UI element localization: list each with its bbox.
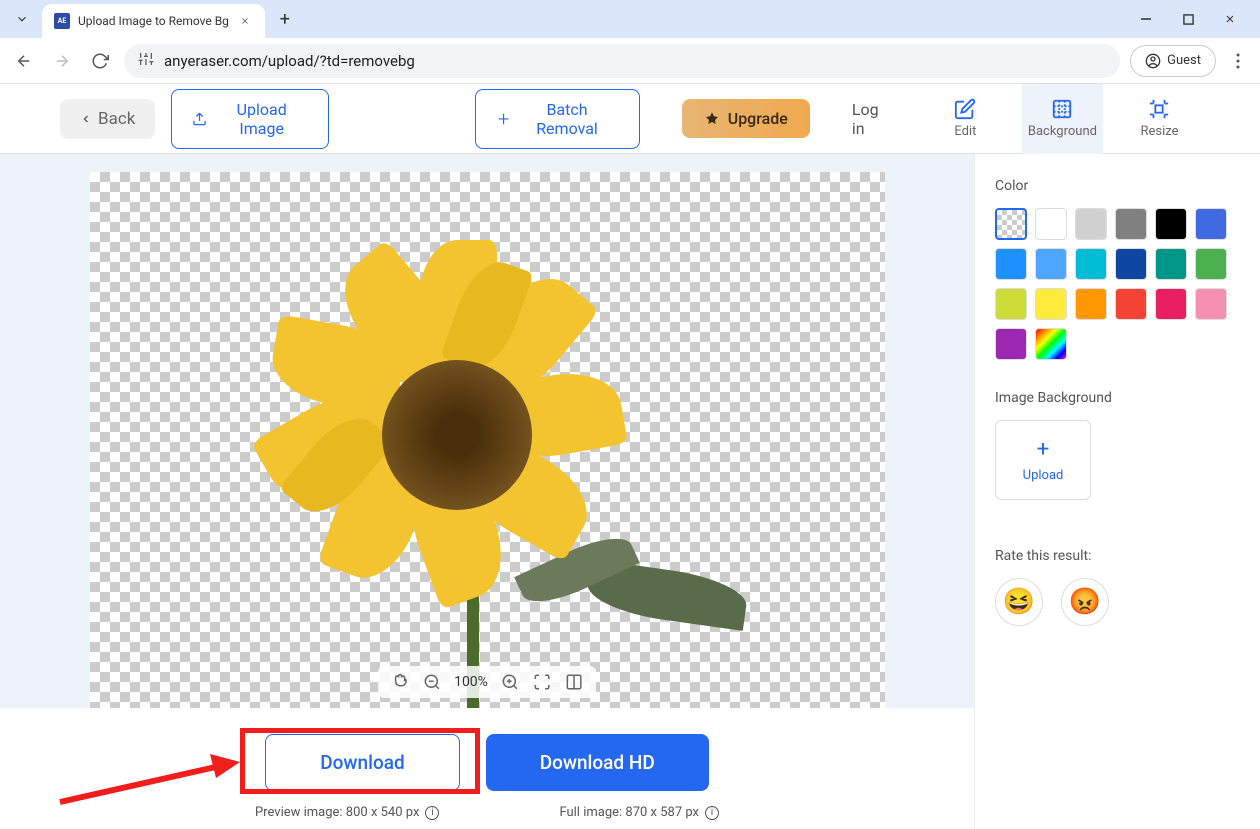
guest-profile-button[interactable]: Guest [1130,45,1216,77]
rate-title: Rate this result: [995,548,1240,564]
canvas-controls: 100% [378,666,596,698]
browser-toolbar: anyeraser.com/upload/?td=removebg Guest [0,38,1260,84]
color-swatch-gray[interactable] [1115,208,1147,240]
download-section: Download Download HD Preview image: 800 … [0,708,974,829]
color-swatch-pink-red[interactable] [1155,288,1187,320]
browser-tab[interactable]: AE Upload Image to Remove Bg [42,4,265,38]
color-swatch-red[interactable] [1115,288,1147,320]
rating-angry-button[interactable]: 😡 [1061,578,1109,626]
color-swatch-pink[interactable] [1195,288,1227,320]
tab-resize[interactable]: Resize [1119,84,1200,154]
color-swatch-navy[interactable] [1115,248,1147,280]
info-icon[interactable]: i [705,806,719,820]
tab-edit-label: Edit [954,124,976,139]
color-swatch-purple[interactable] [995,328,1027,360]
address-bar[interactable]: anyeraser.com/upload/?td=removebg [124,44,1120,78]
minimize-icon[interactable] [1134,7,1158,31]
close-window-icon[interactable] [1218,7,1242,31]
compare-icon[interactable] [564,672,584,692]
fullscreen-icon[interactable] [532,672,552,692]
color-section-title: Color [995,178,1240,194]
upload-image-button[interactable]: Upload Image [171,89,329,149]
upload-background-button[interactable]: + Upload [995,420,1091,500]
browser-tab-strip: AE Upload Image to Remove Bg + [0,0,1260,38]
color-swatch-cyan[interactable] [1075,248,1107,280]
new-tab-button[interactable]: + [271,5,299,33]
back-button[interactable]: Back [60,99,155,139]
nav-forward-icon [48,47,76,75]
color-swatch-lime[interactable] [995,288,1027,320]
info-icon[interactable]: i [425,806,439,820]
color-swatch-green[interactable] [1195,248,1227,280]
color-swatch-white[interactable] [1035,208,1067,240]
upload-bg-label: Upload [1023,468,1064,483]
nav-back-icon[interactable] [10,47,38,75]
browser-menu-icon[interactable] [1226,53,1250,69]
annotation-arrow-icon [50,752,240,812]
plus-icon: + [1037,437,1049,462]
color-swatch-light-blue[interactable] [1035,248,1067,280]
color-grid [995,208,1240,360]
color-swatch-light-gray[interactable] [1075,208,1107,240]
zoom-value: 100% [454,674,488,690]
tab-resize-label: Resize [1140,124,1178,139]
color-swatch-blue[interactable] [1195,208,1227,240]
upgrade-button[interactable]: Upgrade [682,99,810,138]
site-settings-icon[interactable] [138,51,154,71]
image-canvas[interactable]: 100% [90,172,885,708]
login-link[interactable]: Log in [852,100,893,138]
batch-removal-button[interactable]: + Batch Removal [475,89,640,149]
preview-size-info: Preview image: 800 x 540 px i [255,805,439,820]
color-swatch-sky-blue[interactable] [995,248,1027,280]
canvas-area: 100% Download Download HD Preview image:… [0,154,974,829]
tab-search-dropdown[interactable] [8,5,36,33]
batch-label: Batch Removal [517,100,616,138]
color-swatch-teal[interactable] [1155,248,1187,280]
color-swatch-transparent[interactable] [995,208,1027,240]
guest-label: Guest [1167,53,1201,68]
download-button[interactable]: Download [265,734,459,791]
pan-icon[interactable] [390,672,410,692]
tab-title: Upload Image to Remove Bg [78,14,229,28]
background-panel: Color Image Background + Upload Rate thi… [974,154,1260,829]
download-hd-button[interactable]: Download HD [486,734,709,791]
zoom-in-icon[interactable] [500,672,520,692]
app-toolbar: Back Upload Image + Batch Removal Upgrad… [0,84,1260,154]
color-swatch-black[interactable] [1155,208,1187,240]
tab-favicon: AE [54,13,70,29]
tab-background-label: Background [1028,124,1097,139]
full-size-info: Full image: 870 x 587 px i [559,805,719,820]
upload-label: Upload Image [215,100,308,138]
color-swatch-yellow[interactable] [1035,288,1067,320]
tab-close-icon[interactable] [237,13,253,29]
result-image [257,230,717,650]
image-background-title: Image Background [995,390,1240,406]
upgrade-label: Upgrade [728,109,788,128]
rating-happy-button[interactable]: 😆 [995,578,1043,626]
color-swatch-rainbow[interactable] [1035,328,1067,360]
tab-edit[interactable]: Edit [925,84,1006,154]
tab-background[interactable]: Background [1022,84,1103,154]
back-label: Back [98,109,135,129]
color-swatch-orange[interactable] [1075,288,1107,320]
maximize-icon[interactable] [1176,7,1200,31]
nav-reload-icon[interactable] [86,47,114,75]
zoom-out-icon[interactable] [422,672,442,692]
url-text: anyeraser.com/upload/?td=removebg [164,52,415,70]
